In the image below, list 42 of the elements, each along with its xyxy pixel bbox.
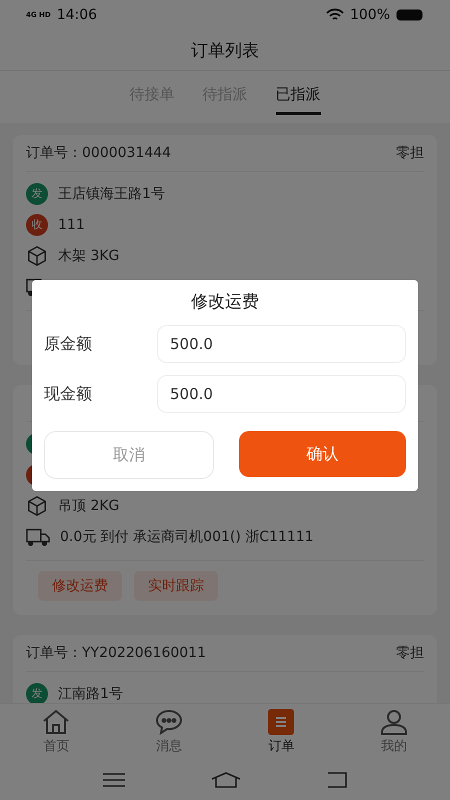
- back-icon[interactable]: [327, 772, 347, 788]
- info-text: 江南路1号: [58, 684, 123, 702]
- dialog-title: 修改运费: [190, 291, 260, 313]
- action-button[interactable]: 实时跟踪: [134, 571, 218, 601]
- sender-badge: 发: [26, 682, 48, 703]
- list-icon: [268, 709, 294, 735]
- order-type: 零担: [396, 644, 424, 662]
- battery-level: 100%: [350, 7, 390, 23]
- page-title: 订单列表: [191, 40, 259, 62]
- info-text: 王店镇海王路1号: [58, 184, 165, 202]
- status-time: 14:06: [56, 7, 98, 23]
- battery-icon: [396, 9, 424, 21]
- confirm-button[interactable]: 确认: [238, 431, 406, 477]
- menu-icon[interactable]: [103, 773, 125, 787]
- info-text: 吊顶 2KG: [58, 496, 120, 514]
- action-button[interactable]: 修改运费: [38, 571, 122, 601]
- nav-item[interactable]: 订单: [225, 704, 338, 760]
- nav-item[interactable]: 首页: [0, 704, 112, 760]
- info-text: 木架 3KG: [58, 246, 120, 264]
- box-icon: [26, 494, 48, 516]
- order-number: 订单号：YY202206160011: [26, 644, 206, 662]
- field-label: 原金额: [44, 334, 93, 354]
- order-number: 订单号：0000031444: [26, 144, 172, 162]
- amount-field[interactable]: 500.0: [157, 375, 406, 413]
- info-text: 0.0元 到付 承运商司机001() 浙C11111: [60, 528, 314, 546]
- home-icon[interactable]: [211, 772, 241, 788]
- receiver-badge: 收: [26, 214, 48, 236]
- order-type: 零担: [396, 144, 424, 162]
- chat-icon: [154, 709, 183, 735]
- cancel-button[interactable]: 取消: [44, 431, 214, 479]
- home-icon: [42, 709, 70, 735]
- person-icon: [380, 709, 408, 735]
- field-label: 现金额: [44, 384, 93, 404]
- nav-item[interactable]: 消息: [112, 704, 225, 760]
- wifi-icon: [326, 8, 344, 22]
- nav-item[interactable]: 我的: [338, 704, 450, 760]
- tab[interactable]: 已指派: [276, 71, 320, 115]
- box-icon: [26, 244, 48, 266]
- info-text: 111: [58, 216, 85, 232]
- sender-badge: 发: [26, 182, 48, 204]
- amount-field[interactable]: 500.0: [157, 325, 406, 363]
- truck-icon: [26, 526, 50, 546]
